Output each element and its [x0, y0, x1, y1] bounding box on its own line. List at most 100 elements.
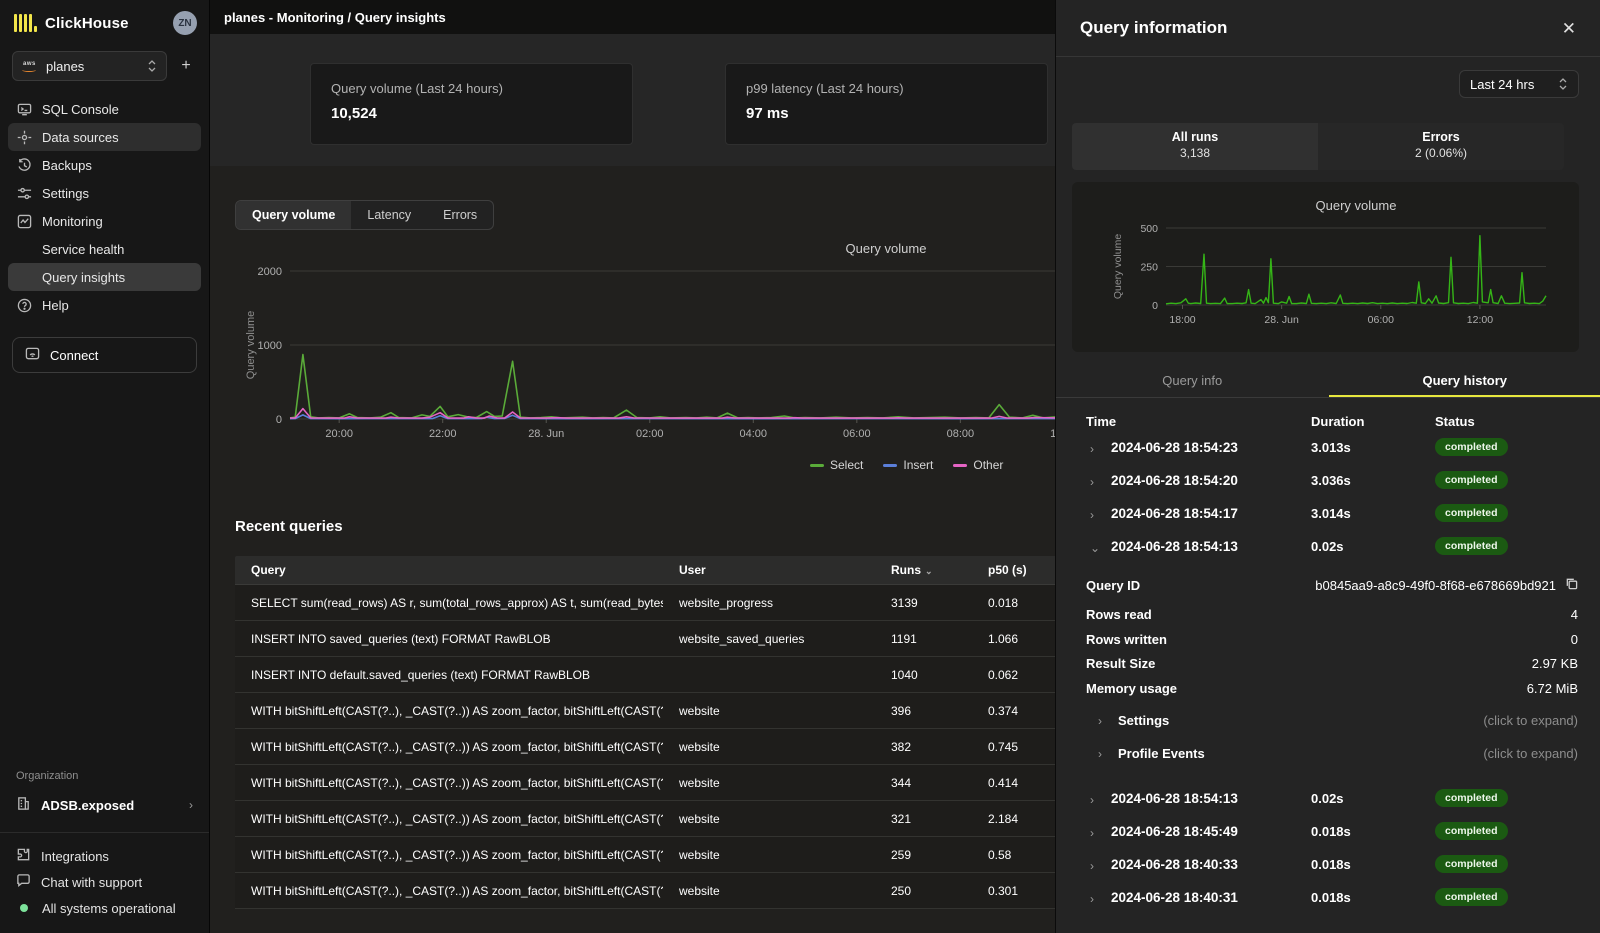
sidebar-item-data-sources[interactable]: Data sources — [8, 123, 201, 151]
sidebar-item-sql-console[interactable]: SQL Console — [8, 95, 201, 123]
stat-card-p99-latency: p99 latency (Last 24 hours) 97 ms — [725, 63, 1048, 145]
cell-runs: 1191 — [875, 632, 972, 646]
mini-query-volume-chart[interactable]: 025050018:0028. Jun06:0012:00Query volum… — [1072, 182, 1579, 352]
svg-text:28. Jun: 28. Jun — [1264, 314, 1299, 326]
cell-query: WITH bitShiftLeft(CAST(?..), _CAST(?..))… — [235, 740, 663, 754]
cell-query: WITH bitShiftLeft(CAST(?..), _CAST(?..))… — [235, 812, 663, 826]
tab-query-info[interactable]: Query info — [1056, 365, 1329, 397]
table-row[interactable]: WITH bitShiftLeft(CAST(?..), _CAST(?..))… — [235, 765, 1055, 801]
tab-query-volume[interactable]: Query volume — [236, 201, 351, 229]
time-range-select[interactable]: Last 24 hrs — [1459, 70, 1579, 98]
stat-card-query-volume: Query volume (Last 24 hours) 10,524 — [310, 63, 633, 145]
col-user[interactable]: User — [663, 563, 875, 577]
col-runs[interactable]: Runs⌄ — [875, 563, 972, 577]
detail-label: Result Size — [1086, 656, 1155, 671]
table-row[interactable]: WITH bitShiftLeft(CAST(?..), _CAST(?..))… — [235, 729, 1055, 765]
history-time: 2024-06-28 18:54:17 — [1111, 506, 1238, 521]
table-row[interactable]: WITH bitShiftLeft(CAST(?..), _CAST(?..))… — [235, 693, 1055, 729]
history-header: Time Duration Status — [1056, 414, 1600, 434]
history-row[interactable]: ›2024-06-28 18:54:233.013scompleted — [1056, 437, 1600, 465]
close-icon[interactable]: ✕ — [1562, 20, 1576, 37]
chevron-right-icon: › — [1090, 475, 1094, 489]
table-row[interactable]: SELECT sum(read_rows) AS r, sum(total_ro… — [235, 585, 1055, 621]
svg-text:Query volume: Query volume — [1316, 198, 1397, 213]
detail-label: Query ID — [1086, 578, 1140, 593]
legend-select[interactable]: Select — [810, 458, 863, 472]
svg-text:04:00: 04:00 — [740, 428, 768, 440]
cell-p50: 0.745 — [972, 740, 1055, 754]
connect-label: Connect — [50, 348, 98, 363]
status-badge: completed — [1435, 471, 1508, 489]
user-avatar[interactable]: ZN — [173, 11, 197, 35]
service-select[interactable]: aws planes — [12, 51, 167, 81]
sort-desc-icon: ⌄ — [925, 566, 933, 576]
stats-strip: Query volume (Last 24 hours) 10,524 p99 … — [210, 34, 1055, 166]
col-query[interactable]: Query — [235, 563, 663, 577]
system-status[interactable]: All systems operational — [0, 895, 209, 921]
sidebar-item-label: Help — [42, 298, 69, 313]
chevron-right-icon: › — [189, 798, 193, 812]
service-selector-row: aws planes + — [0, 45, 209, 91]
history-row[interactable]: ›2024-06-28 18:54:130.02scompleted — [1056, 788, 1600, 816]
tab-errors[interactable]: Errors — [427, 201, 493, 229]
app-title: ClickHouse — [45, 15, 173, 32]
sidebar-item-label: Service health — [42, 242, 124, 257]
copy-icon[interactable] — [1565, 577, 1578, 593]
svg-text:20:00: 20:00 — [325, 428, 353, 440]
tab-query-history[interactable]: Query history — [1329, 365, 1600, 397]
sidebar-item-help[interactable]: Help — [8, 291, 201, 319]
tab-latency[interactable]: Latency — [351, 201, 427, 229]
sidebar-item-label: Backups — [42, 158, 92, 173]
history-row[interactable]: ⌄2024-06-28 18:54:130.02scompleted — [1056, 536, 1600, 564]
sidebar-item-service-health[interactable]: Service health — [8, 235, 201, 263]
table-row[interactable]: INSERT INTO default.saved_queries (text)… — [235, 657, 1055, 693]
cell-query: WITH bitShiftLeft(CAST(?..), _CAST(?..))… — [235, 776, 663, 790]
status-badge: completed — [1435, 888, 1508, 906]
expandable-label: Profile Events — [1118, 746, 1205, 761]
sidebar-item-backups[interactable]: Backups — [8, 151, 201, 179]
profile-events-expandable[interactable]: › Profile Events (click to expand) — [1086, 743, 1578, 767]
stat-value: 10,524 — [331, 105, 612, 122]
sidebar-item-query-insights[interactable]: Query insights — [8, 263, 201, 291]
sidebar-item-integrations[interactable]: Integrations — [0, 843, 209, 869]
table-row[interactable]: WITH bitShiftLeft(CAST(?..), _CAST(?..))… — [235, 837, 1055, 873]
table-row[interactable]: INSERT INTO saved_queries (text) FORMAT … — [235, 621, 1055, 657]
table-row[interactable]: WITH bitShiftLeft(CAST(?..), _CAST(?..))… — [235, 801, 1055, 837]
cell-runs: 250 — [875, 884, 972, 898]
errors-tab[interactable]: Errors 2 (0.06%) — [1318, 123, 1564, 170]
sidebar-item-monitoring[interactable]: Monitoring — [8, 207, 201, 235]
history-row[interactable]: ›2024-06-28 18:40:310.018scompleted — [1056, 887, 1600, 915]
history-row[interactable]: ›2024-06-28 18:40:330.018scompleted — [1056, 854, 1600, 882]
settings-expandable[interactable]: › Settings (click to expand) — [1086, 710, 1578, 734]
connect-button[interactable]: Connect — [12, 337, 197, 373]
sidebar-item-settings[interactable]: Settings — [8, 179, 201, 207]
organization-name: ADSB.exposed — [41, 798, 179, 813]
history-time: 2024-06-28 18:45:49 — [1111, 824, 1238, 839]
cell-user: website — [663, 848, 875, 862]
detail-label: Rows written — [1086, 632, 1167, 647]
panel-title: Query information — [1080, 18, 1227, 38]
table-row[interactable]: WITH bitShiftLeft(CAST(?..), _CAST(?..))… — [235, 873, 1055, 909]
legend-insert[interactable]: Insert — [883, 458, 933, 472]
history-row[interactable]: ›2024-06-28 18:54:173.014scompleted — [1056, 503, 1600, 531]
query-volume-chart[interactable]: 01000200020:0022:0028. Jun02:0004:0006:0… — [230, 226, 1055, 476]
legend-other[interactable]: Other — [953, 458, 1003, 472]
history-row[interactable]: ›2024-06-28 18:45:490.018scompleted — [1056, 821, 1600, 849]
sidebar-item-chat-support[interactable]: Chat with support — [0, 869, 209, 895]
sidebar-item-label: SQL Console — [42, 102, 119, 117]
all-runs-label: All runs — [1072, 130, 1318, 144]
detail-rows-read: Rows read 4 — [1086, 604, 1578, 628]
detail-rows-written: Rows written 0 — [1086, 629, 1578, 653]
svg-text:2000: 2000 — [258, 266, 282, 278]
col-p50[interactable]: p50 (s) — [972, 563, 1055, 577]
status-badge: completed — [1435, 537, 1508, 555]
panel-header: Query information ✕ — [1056, 0, 1600, 57]
cell-query: WITH bitShiftLeft(CAST(?..), _CAST(?..))… — [235, 884, 663, 898]
organization-row[interactable]: ADSB.exposed › — [0, 790, 209, 820]
sidebar-item-label: Settings — [42, 186, 89, 201]
all-runs-tab[interactable]: All runs 3,138 — [1072, 123, 1318, 170]
detail-value: 4 — [1571, 607, 1578, 622]
svg-text:08:00: 08:00 — [947, 428, 975, 440]
history-row[interactable]: ›2024-06-28 18:54:203.036scompleted — [1056, 470, 1600, 498]
add-service-button[interactable]: + — [175, 57, 197, 75]
